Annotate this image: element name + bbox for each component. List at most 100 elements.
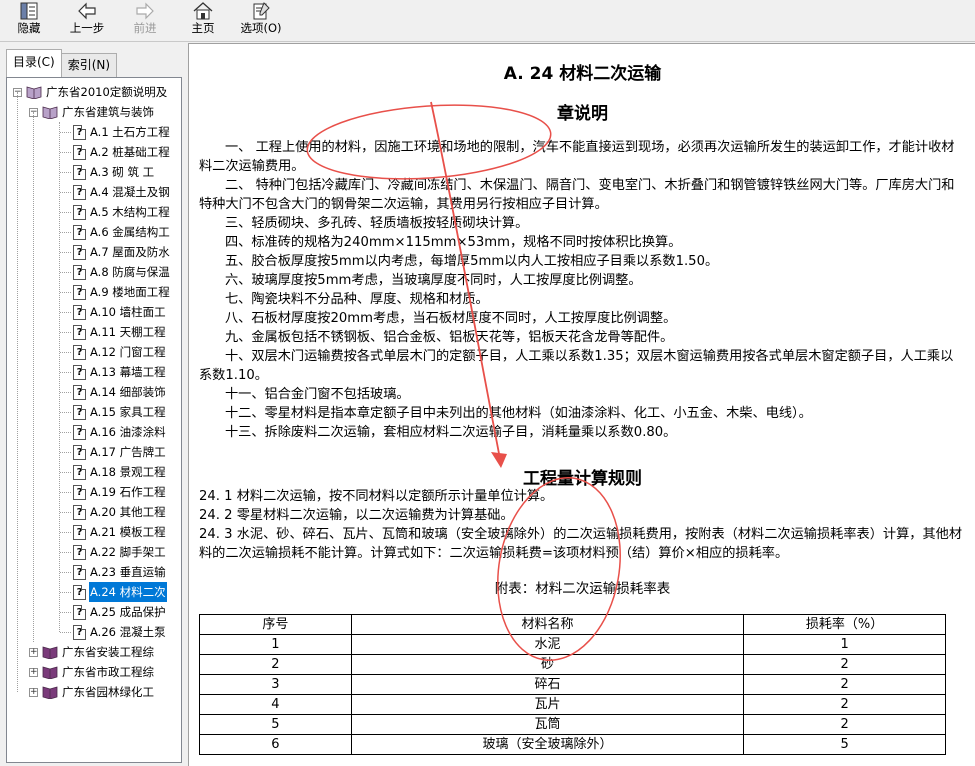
tree-item-label: A.17 广告牌工 [90,445,166,459]
tree-connector-line [60,212,71,213]
tree-connector-line [60,472,71,473]
tree-item-label: A.10 墙柱面工 [90,305,166,319]
tree-item-label: A.6 金属结构工 [90,225,170,239]
tree-item-topic[interactable]: ? A.26 混凝土泵 [73,622,167,642]
tree-item-topic[interactable]: ? A.15 家具工程 [73,402,167,422]
back-arrow-icon [78,2,96,20]
options-button[interactable]: 选项(O) [232,0,290,42]
loss-rate-table: 序号 材料名称 损耗率（%） 1 水泥 1 2 砂 2 3 碎石 2 4 瓦片 2 5 瓦筒 2 6 玻璃（安全… [199,614,946,755]
forward-button[interactable]: 前进 [116,0,174,42]
paragraph-4-text: 四、标准砖的规格为240mm×115mm×53mm，规格不同时按体积比换算。 [225,235,682,250]
help-topic-icon: ? [73,464,86,480]
help-topic-icon: ? [73,584,86,600]
tree-item-topic[interactable]: ? A.13 幕墙工程 [73,362,167,382]
tree-connector-line [60,592,71,593]
tree-item-topic[interactable]: ? A.19 石作工程 [73,482,167,502]
help-topic-icon: ? [73,224,86,240]
topic-content: A. 24 材料二次运输 章说明 一、 工程上使用的材料，因施工环境和场地的限制… [188,43,975,766]
tree-item-topic[interactable]: ? A.5 木结构工程 [73,202,171,222]
home-button-label: 主页 [191,21,215,35]
tree-item-label: A.23 垂直运输 [90,565,166,579]
table-row: 1 水泥 1 [199,634,946,655]
tree-item-topic[interactable]: ? A.16 油漆涂料 [73,422,167,442]
tree-connector-line [60,532,71,533]
tree-item-topic[interactable]: ? A.23 垂直运输 [73,562,167,582]
tree-item-label: A.19 石作工程 [90,485,166,499]
tree-item-topic[interactable]: ? A.14 细部装饰 [73,382,167,402]
header-seq: 序号 [199,614,352,635]
tree-item-book[interactable]: + 广东省园林绿化工 [29,682,155,702]
paragraph-13: 十三、拆除废料二次运输，套相应材料二次运输子目，消耗量乘以系数0.80。 [199,423,964,442]
tree-item-group[interactable]: − 广东省建筑与装饰 [29,102,155,122]
paragraph-10-text: 十、双层木门运输费按各式单层木门的定额子目，人工乘以系数1.35；双层木窗运输费… [199,349,954,383]
cell-loss-rate: 1 [743,634,946,655]
paragraph-9: 九、金属板包括不锈钢板、铝合金板、铝板天花等，铝板天花含龙骨等配件。 [199,328,964,347]
tree-item-label: A.25 成品保护 [90,605,166,619]
tree-connector-line [60,352,71,353]
tree-item-topic[interactable]: ? A.20 其他工程 [73,502,167,522]
help-topic-icon: ? [73,384,86,400]
tree-item-root[interactable]: − 广东省2010定额说明及 [13,82,168,102]
tree-connector-line [60,192,71,193]
hide-button-label: 隐藏 [17,21,41,35]
tree-connector-line [60,372,71,373]
cell-loss-rate: 2 [743,654,946,675]
tree-item-topic[interactable]: ? A.9 楼地面工程 [73,282,171,302]
tree-item-topic[interactable]: ? A.11 天棚工程 [73,322,167,342]
tree-item-book[interactable]: + 广东省市政工程综 [29,662,155,682]
help-topic-icon: ? [73,424,86,440]
tree-item-topic[interactable]: ? A.7 屋面及防水 [73,242,171,262]
expand-toggle[interactable]: + [29,687,38,697]
paragraph-11: 十一、铝合金门窗不包括玻璃。 [199,385,964,404]
tree-connector-line [60,232,71,233]
tree-item-topic[interactable]: ? A.6 金属结构工 [73,222,171,242]
tree-item-topic[interactable]: ? A.8 防腐与保温 [73,262,171,282]
tree-connector-line [60,512,71,513]
tree-item-label: A.7 屋面及防水 [90,245,170,259]
toolbar: 隐藏 上一步 前进 主页 选项(O) [0,0,975,42]
tree-item-label: A.14 细部装饰 [90,385,166,399]
rule-1: 24. 1 材料二次运输，按不同材料以定额所示计量单位计算。 [199,489,554,504]
expand-toggle[interactable]: + [29,647,38,657]
paragraph-13-text: 十三、拆除废料二次运输，套相应材料二次运输子目，消耗量乘以系数0.80。 [225,425,677,440]
tab-contents[interactable]: 目录(C) [6,49,62,77]
paragraph-7: 七、陶瓷块料不分品种、厚度、规格和材质。 [199,290,964,309]
forward-button-label: 前进 [133,21,157,35]
tree-item-topic[interactable]: ? A.4 混凝土及钢 [73,182,171,202]
tree-connector-line [60,292,71,293]
tree-item-topic[interactable]: ? A.21 模板工程 [73,522,167,542]
tree-item-label: A.8 防腐与保温 [90,265,170,279]
help-topic-icon: ? [73,124,86,140]
tree-item-book[interactable]: + 广东省安装工程综 [29,642,155,662]
chapter-heading: 章说明 [557,104,608,124]
tree-item-topic[interactable]: ? A.2 桩基础工程 [73,142,171,162]
hide-button[interactable]: 隐藏 [0,0,58,42]
tree-item-topic[interactable]: ? A.1 土石方工程 [73,122,171,142]
tab-index[interactable]: 索引(N) [60,53,118,77]
expand-toggle[interactable]: + [29,667,38,677]
open-book-icon [42,106,58,119]
rule-2: 24. 2 零星材料二次运输，以二次运输费为计算基础。 [199,508,514,523]
back-button[interactable]: 上一步 [58,0,116,42]
cell-seq: 3 [199,674,352,695]
paragraph-6: 六、玻璃厚度按5mm考虑，当玻璃厚度不同时，人工按厚度比例调整。 [199,271,964,290]
tree-item-topic[interactable]: ? A.25 成品保护 [73,602,167,622]
tree-item-topic[interactable]: ? A.17 广告牌工 [73,442,167,462]
contents-tree[interactable]: − 广东省2010定额说明及 − 广东省建筑与装饰? A.1 土石方工程? A.2 桩基础… [6,77,182,763]
table-header-row: 序号 材料名称 损耗率（%） [199,614,946,635]
help-topic-icon: ? [73,344,86,360]
tree-item-topic[interactable]: ? A.18 景观工程 [73,462,167,482]
tree-connector-line [60,432,71,433]
tree-item-topic[interactable]: ? A.22 脚手架工 [73,542,167,562]
cell-loss-rate: 2 [743,714,946,735]
home-button[interactable]: 主页 [174,0,232,42]
cell-loss-rate: 5 [743,734,946,755]
tree-item-label: 广东省园林绿化工 [62,685,154,699]
tree-item-topic[interactable]: ? A.12 门窗工程 [73,342,167,362]
tree-connector-line [60,312,71,313]
tree-item-topic[interactable]: ? A.3 砌 筑 工 [73,162,155,182]
paragraph-7-text: 七、陶瓷块料不分品种、厚度、规格和材质。 [225,292,489,307]
tree-item-topic[interactable]: ? A.24 材料二次 [73,582,167,602]
tree-item-topic[interactable]: ? A.10 墙柱面工 [73,302,167,322]
tree-connector-line [60,252,71,253]
